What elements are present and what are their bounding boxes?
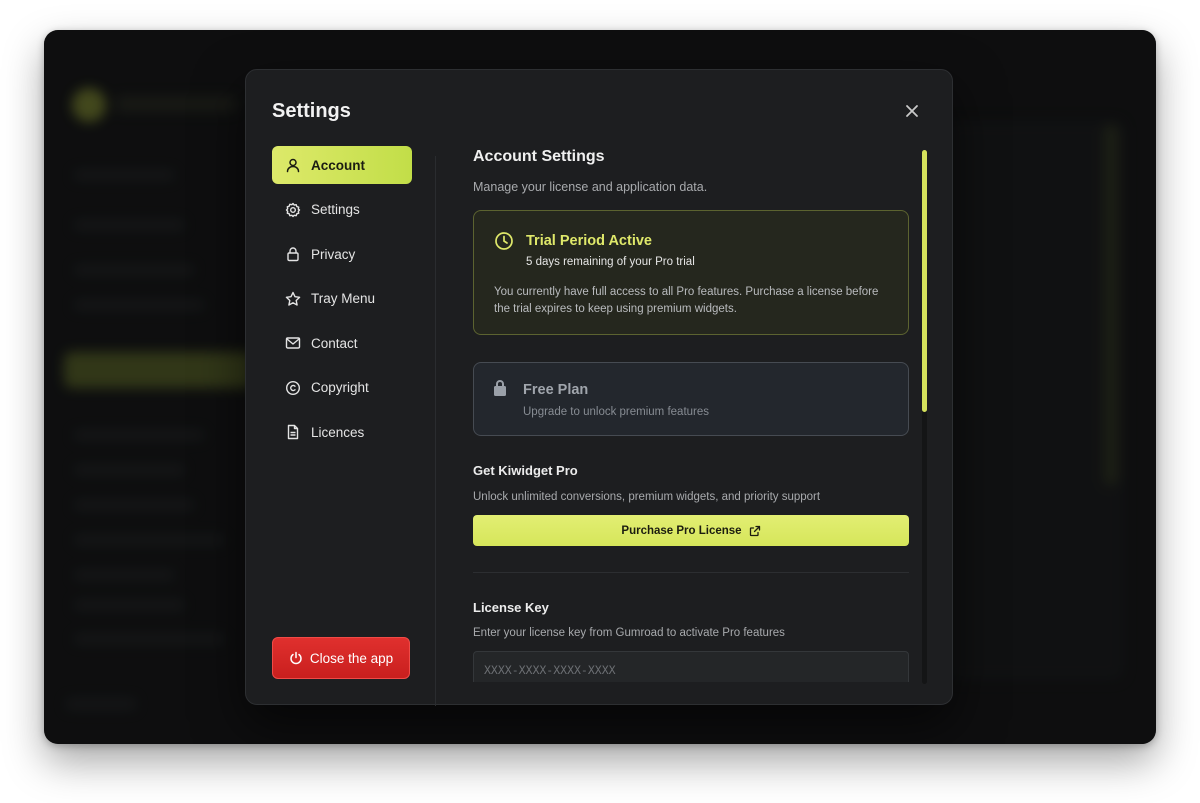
account-settings-panel[interactable]: Account Settings Manage your license and…	[473, 146, 909, 682]
nav-item-tray-menu[interactable]: Tray Menu	[272, 280, 412, 318]
nav-item-account[interactable]: Account	[272, 146, 412, 184]
nav-item-label: Account	[311, 157, 365, 173]
license-key-description: Enter your license key from Gumroad to a…	[473, 627, 785, 639]
pro-description: Unlock unlimited conversions, premium wi…	[473, 491, 821, 503]
scrollbar-thumb[interactable]	[922, 150, 927, 412]
nav-item-label: Licences	[311, 424, 365, 440]
nav-divider	[435, 156, 436, 706]
trial-status-card: Trial Period Active 5 days remaining of …	[473, 210, 909, 335]
license-key-heading: License Key	[473, 600, 549, 615]
power-icon	[289, 651, 303, 665]
nav-item-privacy[interactable]: Privacy	[272, 235, 412, 273]
section-title: Account Settings	[473, 148, 605, 165]
nav-item-label: Privacy	[311, 246, 356, 262]
section-subtitle: Manage your license and application data…	[473, 180, 708, 194]
nav-item-label: Copyright	[311, 380, 369, 395]
free-plan-subtitle: Upgrade to unlock premium features	[523, 406, 710, 418]
gear-icon	[285, 202, 301, 218]
nav-item-label: Settings	[311, 202, 360, 217]
trial-title: Trial Period Active	[526, 233, 652, 249]
section-divider	[473, 572, 909, 573]
clock-icon	[495, 232, 513, 250]
mail-icon	[285, 335, 301, 351]
modal-title: Settings	[272, 100, 351, 122]
user-icon	[285, 157, 301, 173]
star-icon	[285, 291, 301, 307]
purchase-button-label: Purchase Pro License	[621, 524, 742, 537]
close-app-label: Close the app	[309, 650, 394, 666]
document-icon	[285, 424, 301, 440]
close-app-button[interactable]: Close the app	[272, 637, 410, 679]
copyright-icon	[285, 380, 301, 396]
trial-description: You currently have full access to all Pr…	[494, 286, 879, 315]
nav-item-licences[interactable]: Licences	[272, 413, 412, 451]
purchase-pro-button[interactable]: Purchase Pro License	[473, 515, 909, 546]
app-window: Settings Account Settings Privacy Tray M…	[44, 30, 1156, 744]
trial-days-remaining: 5 days remaining of your Pro trial	[526, 256, 695, 268]
close-modal-button[interactable]	[900, 99, 924, 123]
lock-icon	[494, 380, 506, 396]
nav-item-label: Tray Menu	[311, 291, 376, 306]
lock-icon	[285, 246, 301, 262]
settings-nav: Account Settings Privacy Tray Menu Conta…	[272, 146, 412, 458]
nav-item-contact[interactable]: Contact	[272, 324, 412, 362]
nav-item-copyright[interactable]: Copyright	[272, 369, 412, 407]
free-plan-card: Free Plan Upgrade to unlock premium feat…	[473, 362, 909, 436]
settings-modal: Settings Account Settings Privacy Tray M…	[245, 69, 953, 706]
free-plan-title: Free Plan	[523, 382, 589, 398]
close-icon	[906, 105, 918, 117]
nav-item-label: Contact	[311, 335, 358, 351]
pro-heading: Get Kiwidget Pro	[473, 463, 578, 478]
nav-item-settings[interactable]: Settings	[272, 191, 412, 229]
license-key-input[interactable]	[473, 651, 909, 682]
external-link-icon	[749, 525, 761, 537]
